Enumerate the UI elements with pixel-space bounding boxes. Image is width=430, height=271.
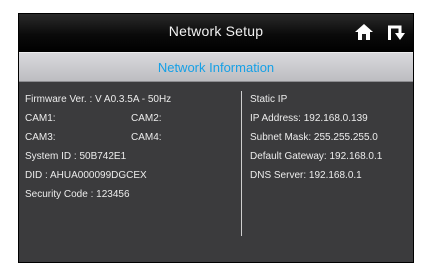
device-did: DID : AHUA000099DGCEX	[25, 170, 147, 181]
title-bar: Network Setup	[19, 14, 413, 52]
home-icon	[355, 24, 373, 40]
info-panel: Firmware Ver. : V A0.3.5A - 50Hz CAM1: C…	[19, 83, 413, 262]
network-setup-screen: Network Setup Network Information Firmwa…	[18, 13, 414, 263]
section-title: Network Information	[157, 60, 275, 75]
ip-address: IP Address: 192.168.0.139	[250, 113, 368, 124]
system-id: System ID : 50B742E1	[25, 151, 127, 162]
return-icon	[388, 25, 405, 40]
column-divider	[241, 91, 242, 236]
security-code: Security Code : 123456	[25, 189, 130, 200]
firmware-version: Firmware Ver. : V A0.3.5A - 50Hz	[25, 94, 172, 105]
device-info-column: Firmware Ver. : V A0.3.5A - 50Hz CAM1: C…	[25, 90, 235, 204]
subnet-mask: Subnet Mask: 255.255.255.0	[250, 132, 378, 143]
dns-server: DNS Server: 192.168.0.1	[250, 170, 362, 181]
default-gateway: Default Gateway: 192.168.0.1	[250, 151, 383, 162]
cam3-label: CAM3:	[25, 132, 56, 143]
return-button[interactable]	[385, 23, 405, 41]
network-info-column: Static IP IP Address: 192.168.0.139 Subn…	[250, 90, 413, 185]
section-header: Network Information	[19, 52, 413, 82]
home-button[interactable]	[354, 23, 374, 41]
camera-row-1: CAM1: CAM2:	[25, 109, 235, 128]
ip-mode: Static IP	[250, 94, 288, 105]
cam2-label: CAM2:	[131, 113, 162, 124]
camera-row-2: CAM3: CAM4:	[25, 128, 235, 147]
cam4-label: CAM4:	[131, 132, 162, 143]
cam1-label: CAM1:	[25, 113, 56, 124]
